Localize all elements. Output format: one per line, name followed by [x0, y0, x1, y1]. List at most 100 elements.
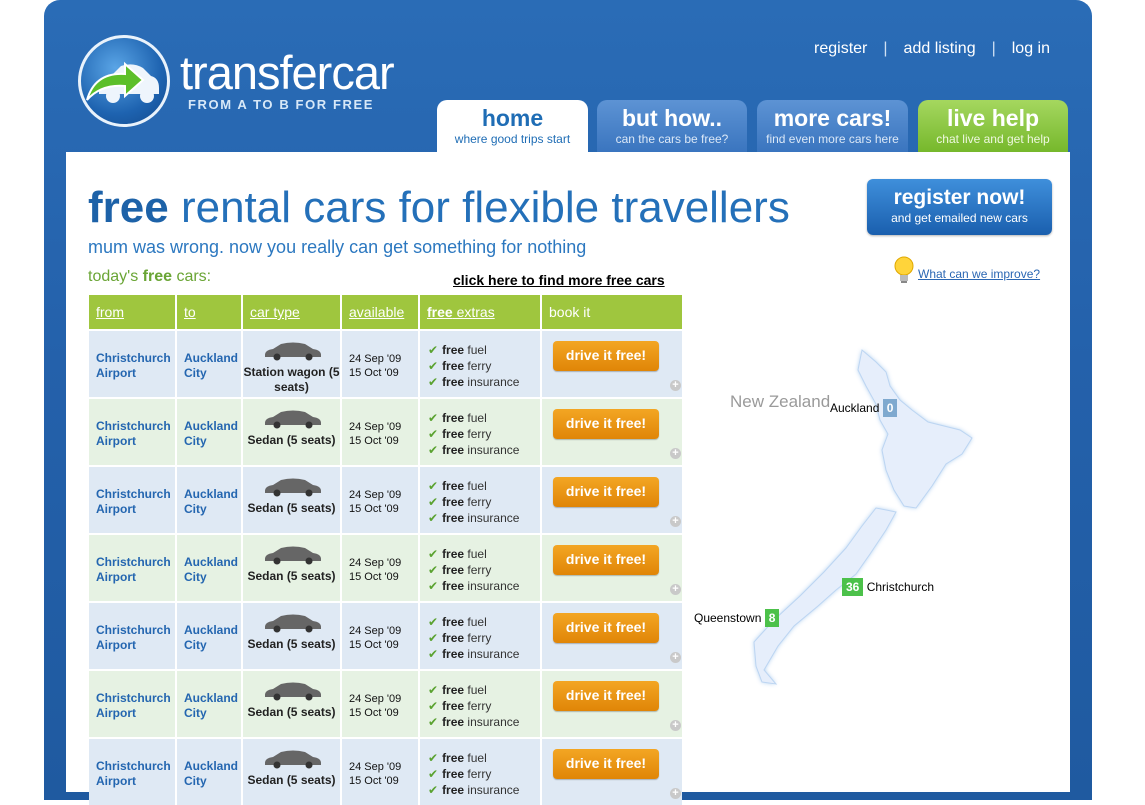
row-to[interactable]: Auckland City [177, 671, 243, 737]
car-icon [243, 477, 340, 501]
expand-plus-icon[interactable]: + [670, 380, 681, 391]
map-location-auckland[interactable]: Auckland 0 [830, 399, 898, 417]
row-book: drive it free! + [542, 535, 682, 601]
login-link[interactable]: log in [1012, 40, 1050, 58]
row-to[interactable]: Auckland City [177, 331, 243, 397]
expand-plus-icon[interactable]: + [670, 788, 681, 799]
register-link[interactable]: register [814, 40, 867, 58]
col-extras-bold: free [427, 304, 453, 320]
tab-more-cars[interactable]: more cars! find even more cars here [757, 100, 908, 152]
row-to[interactable]: Auckland City [177, 603, 243, 669]
row-car-type: Sedan (5 seats) [243, 467, 342, 533]
available-from: 24 Sep '09 [349, 693, 402, 705]
drive-it-free-button[interactable]: drive it free! [553, 341, 659, 371]
extra-bold: free [442, 767, 465, 781]
col-from[interactable]: from [89, 295, 177, 329]
drive-it-free-button[interactable]: drive it free! [553, 613, 659, 643]
add-listing-link[interactable]: add listing [904, 40, 976, 58]
row-book: drive it free! + [542, 467, 682, 533]
row-available: 24 Sep '09 15 Oct '09 [342, 603, 420, 669]
drive-it-free-button[interactable]: drive it free! [553, 749, 659, 779]
row-to[interactable]: Auckland City [177, 739, 243, 805]
today-bold: free [142, 268, 172, 285]
extra-text: fuel [464, 411, 487, 425]
extra-text: ferry [464, 699, 492, 713]
row-extras: ✔ free fuel ✔ free ferry ✔ free insurance [420, 739, 542, 805]
extra-text: insurance [464, 579, 520, 593]
checkmark-icon: ✔ [428, 427, 439, 441]
tab-home[interactable]: home where good trips start [437, 100, 588, 152]
car-type-label: Station wagon (5 seats) [243, 365, 340, 394]
row-from[interactable]: Christchurch Airport [89, 399, 177, 465]
map-location-queenstown[interactable]: Queenstown 8 [694, 609, 780, 627]
available-from: 24 Sep '09 [349, 761, 402, 773]
register-now-button[interactable]: register now! and get emailed new cars [867, 179, 1052, 235]
row-from[interactable]: Christchurch Airport [89, 671, 177, 737]
improve-feedback[interactable]: What can we improve? [893, 255, 1040, 285]
drive-it-free-button[interactable]: drive it free! [553, 681, 659, 711]
extra-item: ✔ free ferry [428, 766, 540, 782]
col-available[interactable]: available [342, 295, 420, 329]
drive-it-free-button[interactable]: drive it free! [553, 409, 659, 439]
row-from[interactable]: Christchurch Airport [89, 331, 177, 397]
extra-item: ✔ free insurance [428, 578, 540, 594]
extra-bold: free [442, 631, 465, 645]
divider: | [883, 40, 888, 57]
expand-plus-icon[interactable]: + [670, 584, 681, 595]
map-count-badge: 8 [764, 609, 780, 627]
row-to[interactable]: Auckland City [177, 399, 243, 465]
extra-item: ✔ free insurance [428, 374, 540, 390]
extra-item: ✔ free fuel [428, 750, 540, 766]
top-links: register | add listing | log in [814, 40, 1050, 58]
nz-map[interactable]: New Zealand Auckland 0 36 Christchurch Q… [690, 330, 1010, 710]
col-book: book it [542, 295, 682, 329]
checkmark-icon: ✔ [428, 783, 439, 797]
map-count-badge: 36 [842, 578, 864, 596]
row-from[interactable]: Christchurch Airport [89, 603, 177, 669]
free-cars-table: from to car type available free extras b… [89, 295, 682, 805]
col-car-type[interactable]: car type [243, 295, 342, 329]
available-to: 15 Oct '09 [349, 503, 399, 515]
row-from[interactable]: Christchurch Airport [89, 467, 177, 533]
available-from: 24 Sep '09 [349, 625, 402, 637]
row-to[interactable]: Auckland City [177, 467, 243, 533]
row-available: 24 Sep '09 15 Oct '09 [342, 535, 420, 601]
tab-live-help[interactable]: live help chat live and get help [918, 100, 1068, 152]
row-from[interactable]: Christchurch Airport [89, 535, 177, 601]
page-title: free rental cars for flexible travellers [88, 183, 790, 233]
table-row: Christchurch Airport Auckland City Sedan (… [89, 671, 682, 737]
expand-plus-icon[interactable]: + [670, 652, 681, 663]
tab-but-how-subtitle: can the cars be free? [615, 132, 729, 146]
checkmark-icon: ✔ [428, 715, 439, 729]
tab-but-how[interactable]: but how.. can the cars be free? [597, 100, 747, 152]
extra-bold: free [442, 495, 465, 509]
drive-it-free-button[interactable]: drive it free! [553, 477, 659, 507]
extra-text: insurance [464, 715, 520, 729]
table-header: from to car type available free extras b… [89, 295, 682, 329]
row-car-type: Sedan (5 seats) [243, 603, 342, 669]
drive-it-free-button[interactable]: drive it free! [553, 545, 659, 575]
row-available: 24 Sep '09 15 Oct '09 [342, 671, 420, 737]
map-location-christchurch[interactable]: 36 Christchurch [842, 578, 934, 596]
available-from: 24 Sep '09 [349, 489, 402, 501]
logo[interactable]: transfercar FROM A TO B FOR FREE [78, 35, 408, 130]
more-cars-link[interactable]: click here to find more free cars [453, 272, 665, 288]
map-location-label: Auckland [830, 401, 880, 415]
extra-bold: free [442, 375, 465, 389]
row-from[interactable]: Christchurch Airport [89, 739, 177, 805]
table-body: Christchurch Airport Auckland City Station… [89, 331, 682, 805]
extra-bold: free [442, 547, 465, 561]
extra-bold: free [442, 683, 465, 697]
table-row: Christchurch Airport Auckland City Station… [89, 331, 682, 397]
extra-text: fuel [464, 547, 487, 561]
expand-plus-icon[interactable]: + [670, 448, 681, 459]
row-car-type: Station wagon (5 seats) [243, 331, 342, 397]
car-icon [243, 613, 340, 637]
col-extras[interactable]: free extras [420, 295, 542, 329]
expand-plus-icon[interactable]: + [670, 516, 681, 527]
improve-link[interactable]: What can we improve? [918, 267, 1040, 281]
row-to[interactable]: Auckland City [177, 535, 243, 601]
tab-home-title: home [481, 105, 544, 131]
col-to[interactable]: to [177, 295, 243, 329]
expand-plus-icon[interactable]: + [670, 720, 681, 731]
